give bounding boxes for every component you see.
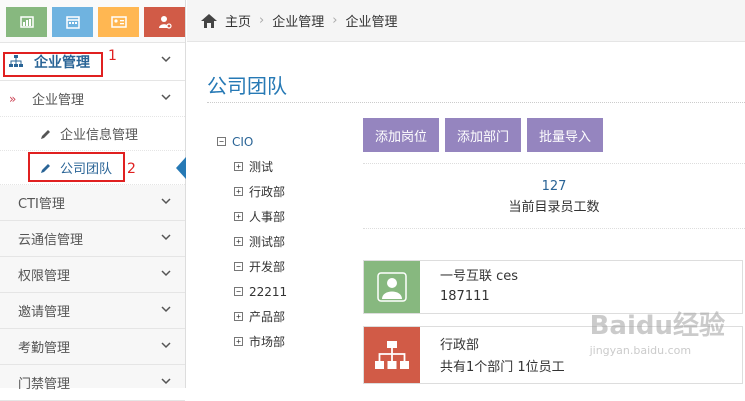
sidebar-item-label: 考勤管理 — [18, 341, 71, 356]
sidebar-item-label: 权限管理 — [18, 269, 71, 284]
shortcut-button-card[interactable] — [98, 7, 139, 37]
sidebar-item-invitations[interactable]: 邀请管理 — [0, 293, 185, 329]
calendar-icon — [65, 16, 80, 29]
tree-node-label[interactable]: 人事部 — [249, 208, 285, 225]
chevron-down-icon — [161, 342, 171, 349]
chevron-down-icon — [161, 94, 171, 101]
annotation-box-2 — [28, 152, 125, 182]
breadcrumb-separator-icon: › — [332, 13, 338, 28]
chevron-down-icon — [161, 378, 171, 385]
member-phone: 187111 — [440, 289, 490, 304]
breadcrumb-home[interactable]: 主页 — [225, 11, 251, 30]
shortcut-bar — [0, 0, 185, 43]
tree-node-label[interactable]: 22211 — [249, 285, 287, 299]
tree-node[interactable]: + 人事部 — [217, 204, 287, 229]
sidebar-item-label: 企业管理 — [32, 93, 85, 108]
expand-icon[interactable]: + — [234, 212, 243, 221]
active-indicator — [176, 157, 186, 179]
expand-icon[interactable]: + — [234, 162, 243, 171]
annotation-label-1: 1 — [108, 48, 117, 64]
sidebar-item-enterprise-info[interactable]: 企业信息管理 — [0, 117, 185, 151]
tree-node[interactable]: + 测试部 — [217, 229, 287, 254]
chevron-down-icon — [161, 56, 171, 63]
page-title: 公司团队 — [207, 74, 287, 98]
annotation-label-2: 2 — [127, 161, 136, 177]
tree-node-label[interactable]: 产品部 — [249, 308, 285, 325]
shortcut-button-calendar[interactable] — [52, 7, 93, 37]
sidebar-item-attendance[interactable]: 考勤管理 — [0, 329, 185, 365]
employee-count-label: 当前目录员工数 — [508, 200, 600, 215]
sidebar-item-label: 门禁管理 — [18, 377, 71, 392]
divider — [363, 163, 745, 164]
chevron-down-icon — [161, 234, 171, 241]
expand-icon[interactable]: + — [234, 337, 243, 346]
annotation-box-1 — [3, 52, 103, 77]
sidebar-item-label: 邀请管理 — [18, 305, 71, 320]
add-position-button[interactable]: 添加岗位 — [363, 118, 440, 152]
tree-node-label[interactable]: CIO — [232, 135, 253, 149]
sidebar-item-cloud-comm[interactable]: 云通信管理 — [0, 221, 185, 257]
sidebar-item-cti[interactable]: CTI管理 — [0, 185, 185, 221]
breadcrumb-level1[interactable]: 企业管理 — [272, 11, 324, 30]
chevron-down-icon — [161, 306, 171, 313]
tree-node-label[interactable]: 测试部 — [249, 233, 285, 250]
shortcut-button-stats[interactable] — [6, 7, 47, 37]
divider — [363, 228, 745, 229]
shortcut-button-users[interactable] — [144, 7, 185, 37]
breadcrumb-level2: 企业管理 — [345, 15, 398, 30]
breadcrumb: 主页 › 企业管理 › 企业管理 — [187, 0, 745, 42]
action-buttons: 添加岗位 添加部门 批量导入 — [363, 118, 604, 152]
add-department-button[interactable]: 添加部门 — [445, 118, 522, 152]
batch-import-button[interactable]: 批量导入 — [527, 118, 604, 152]
department-summary: 共有1个部门 1位员工 — [440, 360, 565, 375]
user-avatar-icon — [364, 261, 420, 313]
collapse-icon[interactable]: − — [234, 262, 243, 271]
org-tree: − CIO + 测试 + 行政部 + 人事部 + 测试部 − 开发部 −22211 + 产品部… — [217, 129, 287, 354]
tree-node[interactable]: − 开发部 — [217, 254, 287, 279]
sidebar-nav: 企业管理 » 企业管理 企业信息管理 公司团队 CTI管理 云通信管理 权限管理… — [0, 43, 186, 401]
tree-node-label[interactable]: 行政部 — [249, 183, 285, 200]
home-icon[interactable] — [201, 13, 217, 28]
sidebar-item-access-control[interactable]: 门禁管理 — [0, 365, 185, 401]
expand-icon[interactable]: + — [234, 237, 243, 246]
tree-node-root[interactable]: − CIO — [217, 129, 287, 154]
title-divider — [207, 102, 745, 103]
sidebar-item-label: 云通信管理 — [18, 233, 84, 248]
tree-node-label[interactable]: 开发部 — [249, 258, 285, 275]
tree-node[interactable]: + 行政部 — [217, 179, 287, 204]
user-settings-icon — [158, 16, 172, 29]
id-card-icon — [110, 16, 127, 28]
double-chevron-right-icon: » — [9, 91, 17, 106]
employee-count: 127 — [541, 179, 567, 194]
tree-node-label[interactable]: 测试 — [249, 158, 273, 175]
breadcrumb-separator-icon: › — [259, 13, 265, 28]
sidebar-item-label: 企业信息管理 — [60, 128, 139, 143]
department-name: 行政部 — [440, 338, 480, 353]
org-chart-icon — [364, 327, 420, 383]
tree-node-label[interactable]: 市场部 — [249, 333, 285, 350]
tree-node[interactable]: −22211 — [217, 279, 287, 304]
tree-node[interactable]: + 测试 — [217, 154, 287, 179]
watermark-text: Baidu经验 — [589, 311, 725, 341]
sidebar-subgroup-enterprise[interactable]: » 企业管理 — [0, 81, 185, 117]
chevron-down-icon — [161, 270, 171, 277]
collapse-icon[interactable]: − — [217, 137, 226, 146]
collapse-icon[interactable]: − — [234, 287, 243, 296]
sidebar-item-permissions[interactable]: 权限管理 — [0, 257, 185, 293]
pencil-icon — [41, 129, 50, 139]
expand-icon[interactable]: + — [234, 312, 243, 321]
tree-node[interactable]: + 市场部 — [217, 329, 287, 354]
watermark-url: jingyan.baidu.com — [589, 344, 692, 357]
employee-count-stat: 127 当前目录员工数 — [363, 176, 745, 215]
chevron-down-icon — [161, 198, 171, 205]
member-name: 一号互联 ces — [440, 269, 519, 284]
chart-icon — [19, 16, 34, 28]
watermark: Baidu经验 jingyan.baidu.com — [590, 305, 725, 357]
expand-icon[interactable]: + — [234, 187, 243, 196]
tree-node[interactable]: + 产品部 — [217, 304, 287, 329]
sidebar-item-label: CTI管理 — [18, 197, 65, 212]
